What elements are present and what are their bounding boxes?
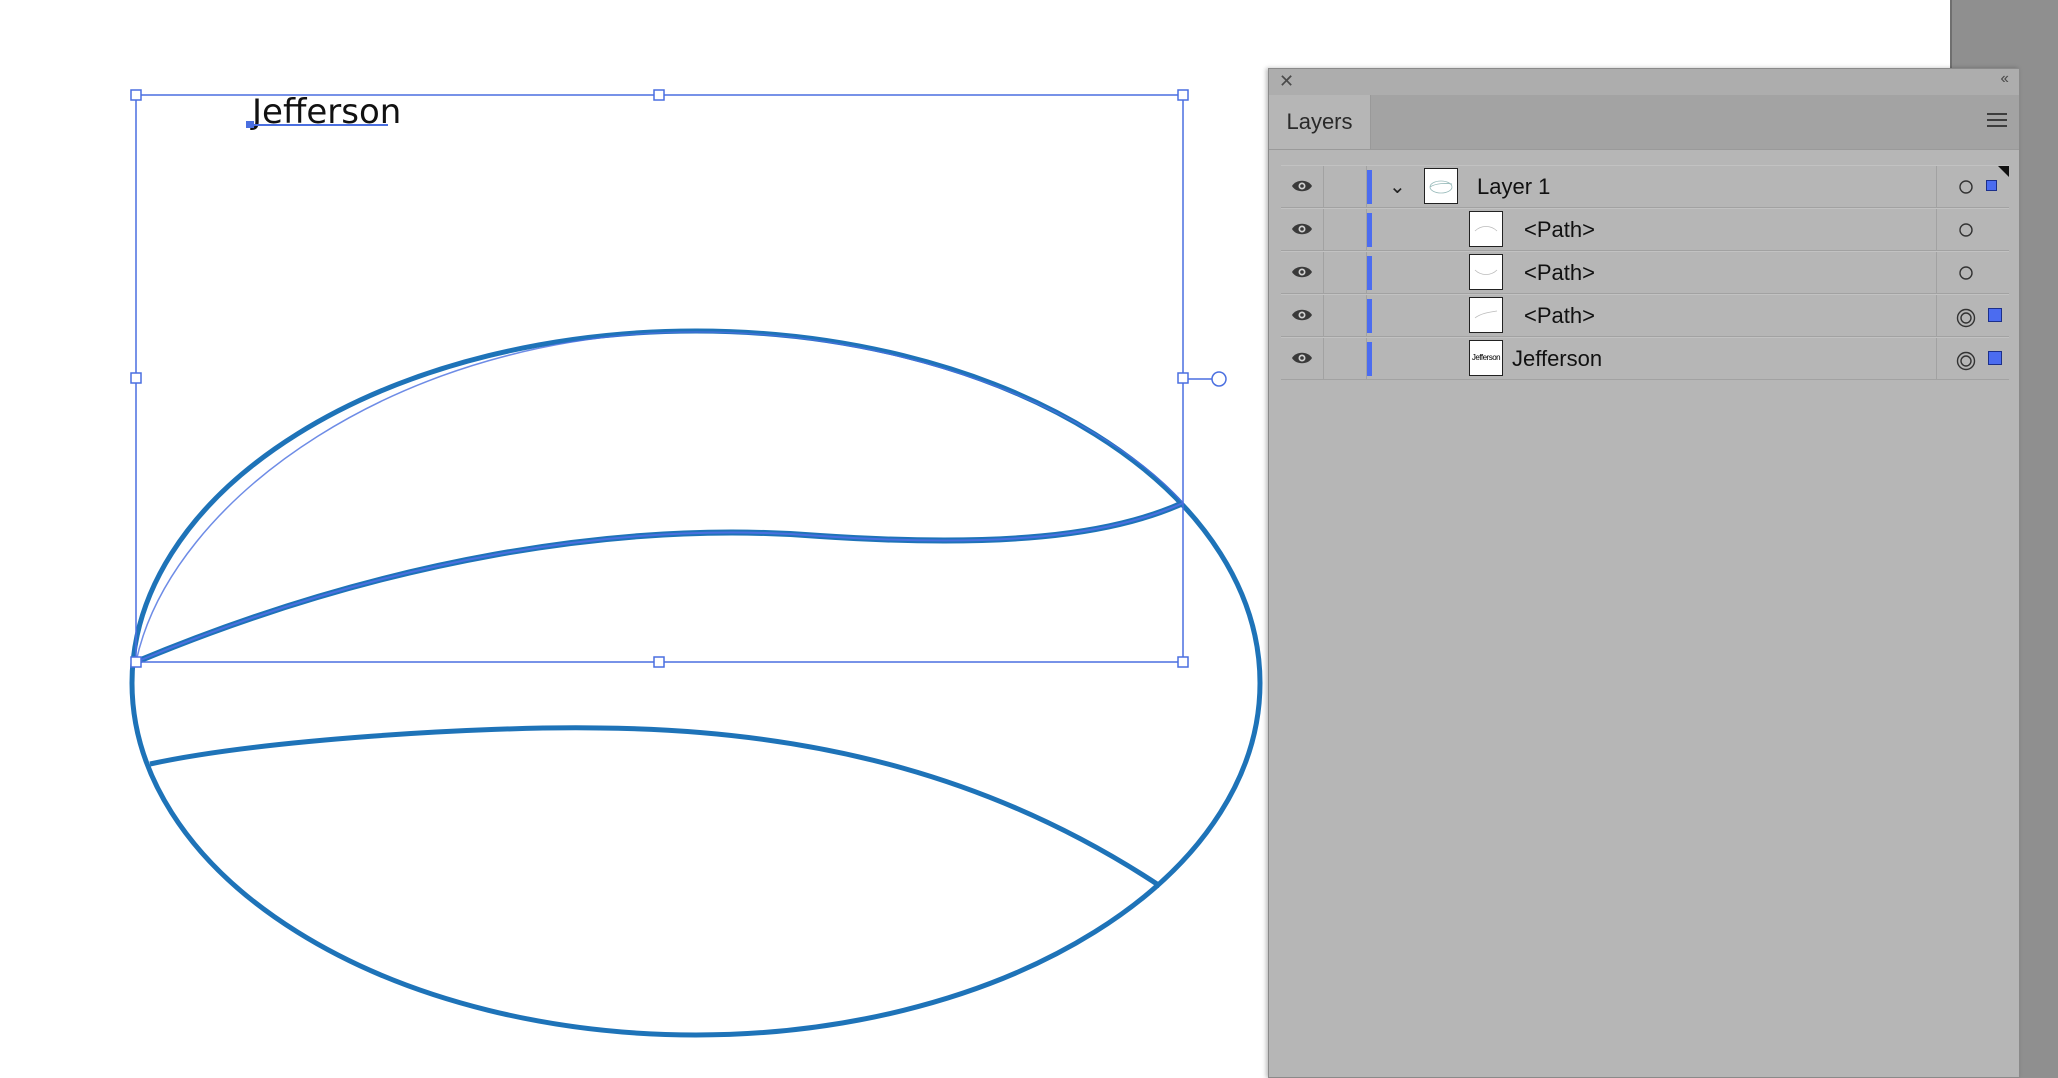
visibility-toggle[interactable]	[1281, 209, 1324, 250]
selection-indicator[interactable]	[1988, 308, 2002, 322]
handle-bottom-right	[1177, 656, 1189, 668]
lock-toggle[interactable]	[1324, 295, 1367, 336]
target-double-circle-icon[interactable]	[1956, 308, 1976, 328]
visibility-toggle[interactable]	[1281, 295, 1324, 336]
rotate-widget-handle[interactable]	[1211, 371, 1227, 387]
target-divider	[1936, 252, 1937, 293]
target-divider	[1936, 166, 1937, 207]
handle-middle-right	[1177, 372, 1189, 384]
item-thumbnail	[1469, 211, 1503, 247]
handle-middle-left	[130, 372, 142, 384]
text-thumbnail: Jefferson	[1469, 340, 1503, 376]
eye-icon	[1292, 223, 1312, 235]
layers-panel: ✕ ‹‹ Layers ⌄ Layer 1 <Path> <Path> <Pat…	[1268, 68, 2020, 1078]
target-divider	[1936, 209, 1937, 250]
item-name[interactable]: <Path>	[1524, 301, 1595, 331]
lock-toggle[interactable]	[1324, 209, 1367, 250]
layer-row-jefferson[interactable]: Jefferson Jefferson	[1281, 337, 2009, 380]
item-name[interactable]: Jefferson	[1512, 344, 1602, 374]
handle-top-left	[130, 89, 142, 101]
visibility-toggle[interactable]	[1281, 338, 1324, 379]
panel-titlebar[interactable]: ✕ ‹‹	[1269, 69, 2019, 96]
lock-toggle[interactable]	[1324, 166, 1367, 207]
target-circle-icon[interactable]	[1958, 179, 1974, 195]
item-thumbnail	[1469, 297, 1503, 333]
layer-row-path-2[interactable]: <Path>	[1281, 251, 2009, 294]
layer-row-path-3[interactable]: <Path>	[1281, 294, 2009, 337]
layer-thumbnail	[1424, 168, 1458, 204]
selection-bounding-box	[135, 94, 1184, 663]
target-divider	[1936, 295, 1937, 336]
selection-indicator[interactable]	[1986, 180, 1997, 191]
target-double-circle-icon[interactable]	[1956, 351, 1976, 371]
layer-color-bar	[1367, 256, 1372, 290]
text-baseline-indicator	[248, 124, 388, 126]
hamburger-menu-icon[interactable]	[1987, 113, 2007, 129]
eye-icon	[1292, 180, 1312, 192]
target-circle-icon[interactable]	[1958, 265, 1974, 281]
lock-toggle[interactable]	[1324, 338, 1367, 379]
artboard-canvas[interactable]: Jefferson	[0, 0, 1270, 1078]
jefferson-text-object[interactable]: Jefferson	[252, 92, 401, 132]
handle-top-middle	[653, 89, 665, 101]
double-chevron-left-icon[interactable]: ‹‹	[2000, 70, 2009, 88]
eye-icon	[1292, 309, 1312, 321]
lower-curve-path[interactable]	[149, 725, 1162, 889]
selection-indicator[interactable]	[1988, 351, 2002, 365]
layer-color-bar	[1367, 342, 1372, 376]
target-divider	[1936, 338, 1937, 379]
layer-color-bar	[1367, 170, 1372, 204]
visibility-toggle[interactable]	[1281, 252, 1324, 293]
upper-curve-path[interactable]	[134, 500, 1185, 665]
chevron-down-icon[interactable]: ⌄	[1389, 174, 1406, 199]
layer-row-path-1[interactable]: <Path>	[1281, 208, 2009, 251]
current-layer-indicator	[1998, 166, 2009, 177]
tab-layers[interactable]: Layers	[1269, 95, 1371, 149]
target-circle-icon[interactable]	[1958, 222, 1974, 238]
item-name[interactable]: <Path>	[1524, 258, 1595, 288]
close-icon[interactable]: ✕	[1279, 71, 1294, 92]
eye-icon	[1292, 266, 1312, 278]
bounding-box-handles[interactable]	[130, 89, 1189, 668]
ellipse-selection-highlight	[135, 331, 1184, 663]
upper-curve-selection-highlight	[135, 502, 1184, 663]
handle-bottom-middle	[653, 656, 665, 668]
layer-color-bar	[1367, 299, 1372, 333]
visibility-toggle[interactable]	[1281, 166, 1324, 207]
handle-bottom-left	[130, 656, 142, 668]
lock-toggle[interactable]	[1324, 252, 1367, 293]
item-thumbnail	[1469, 254, 1503, 290]
layer-list: ⌄ Layer 1 <Path> <Path> <Path> Jefferson…	[1281, 165, 2009, 380]
handle-top-right	[1177, 89, 1189, 101]
item-name[interactable]: <Path>	[1524, 215, 1595, 245]
artwork-svg[interactable]	[0, 0, 1270, 1078]
layer-row-layer-1[interactable]: ⌄ Layer 1	[1281, 165, 2009, 208]
layer-name[interactable]: Layer 1	[1477, 172, 1550, 202]
text-anchor-point[interactable]	[246, 121, 254, 128]
layer-color-bar	[1367, 213, 1372, 247]
panel-tab-row: Layers	[1269, 95, 2019, 150]
eye-icon	[1292, 352, 1312, 364]
outer-ellipse-path[interactable]	[129, 328, 1263, 1038]
